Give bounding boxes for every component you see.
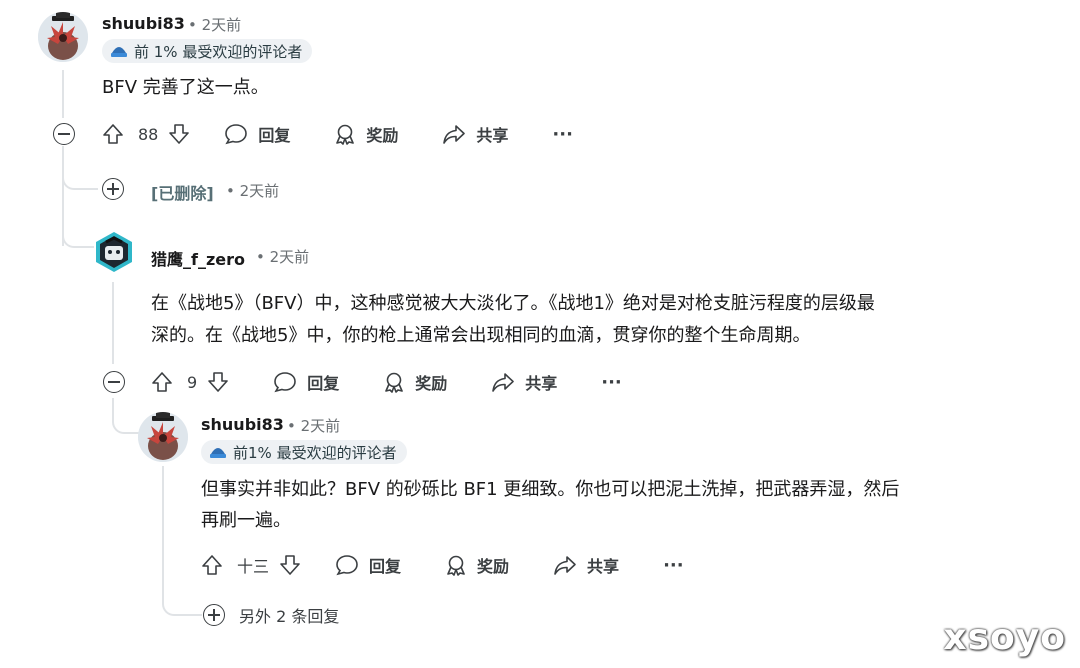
comment-body-line-2: 深的。在《战地5》中，你的枪上通常会出现相同的血滴，贯穿你的整个生命周期。 <box>151 325 811 346</box>
thread-line-reply <box>162 466 164 546</box>
timestamp: • 2天前 <box>256 248 310 266</box>
flair-text: 前 1% 最受欢迎的评论者 <box>134 42 303 61</box>
collapse-button[interactable] <box>103 371 125 393</box>
upvote-icon <box>152 372 172 392</box>
expand-button[interactable] <box>102 178 124 200</box>
award-label: 奖励 <box>477 557 510 576</box>
vote-count: 十三 <box>237 557 270 576</box>
upvote-button[interactable] <box>151 371 173 393</box>
downvote-icon <box>169 124 190 144</box>
comment-bubble-icon <box>274 372 296 393</box>
share-label: 共享 <box>476 126 509 145</box>
downvote-icon <box>280 555 300 575</box>
reply-button[interactable]: 回复 <box>273 370 339 394</box>
robot-avatar-icon <box>96 232 132 272</box>
comment-body: BFV 完善了这一点。 <box>102 77 269 98</box>
more-replies-button[interactable]: 另外 2 条回复 <box>203 603 339 627</box>
avatar[interactable] <box>38 12 88 62</box>
award-button[interactable]: 奖励 <box>383 370 447 394</box>
downvote-icon <box>208 372 228 392</box>
timestamp: • 2天前 <box>188 16 242 34</box>
avatar[interactable] <box>92 230 136 274</box>
award-icon <box>336 124 355 145</box>
plus-circle-icon <box>203 604 225 626</box>
timestamp: • 2天前 <box>287 417 341 435</box>
upvote-icon <box>202 555 222 575</box>
deleted-username: [已删除] <box>151 184 214 203</box>
collapse-button[interactable] <box>53 123 75 145</box>
reply-label: 回复 <box>258 126 291 145</box>
comment-bubble-icon <box>225 124 248 145</box>
share-label: 共享 <box>587 557 620 576</box>
timestamp: • 2天前 <box>226 182 280 200</box>
comment-body-line-1: 在《战地5》（BFV）中，这种感觉被大大淡化了。《战地1》绝对是对枪支脏污程度的… <box>151 293 875 314</box>
thread-line-root <box>62 70 64 118</box>
username[interactable]: shuubi83 <box>102 14 185 33</box>
reply-label: 回复 <box>369 557 402 576</box>
thread-connector-falcon <box>62 146 94 248</box>
award-button[interactable]: 奖励 <box>334 122 398 146</box>
share-button[interactable]: 共享 <box>491 370 557 394</box>
comment-body-line-2: 再刷一遍。 <box>201 510 291 531</box>
comment-body-line-1: 但事实并非如此？BFV 的砂砾比 BF1 更细致。你也可以把泥土洗掉，把武器弄湿… <box>201 479 900 500</box>
share-icon <box>554 556 576 575</box>
demogorgon-avatar-icon <box>38 12 88 62</box>
action-bar: 十三 回复 奖励 共享 ··· <box>201 551 684 579</box>
reply-button[interactable]: 回复 <box>224 122 290 146</box>
comment-bubble-icon <box>336 555 358 576</box>
avatar[interactable] <box>138 412 188 462</box>
upvote-button[interactable] <box>201 554 223 576</box>
award-button[interactable]: 奖励 <box>445 553 509 577</box>
upvote-button[interactable] <box>102 123 124 145</box>
action-bar: 88 回复 奖励 共享 ··· <box>102 120 573 148</box>
vote-count: 88 <box>138 124 159 144</box>
more-options-button[interactable]: ··· <box>663 555 684 576</box>
thread-connector-more <box>162 546 202 616</box>
more-replies-label: 另外 2 条回复 <box>239 607 340 626</box>
downvote-button[interactable] <box>279 554 301 576</box>
flair-badge: 前1% 最受欢迎的评论者 <box>201 440 407 464</box>
downvote-button[interactable] <box>207 371 229 393</box>
share-label: 共享 <box>525 374 558 393</box>
upvote-icon <box>103 124 123 144</box>
flair-badge: 前 1% 最受欢迎的评论者 <box>102 39 313 63</box>
top-commenter-icon <box>210 448 226 458</box>
award-icon <box>447 555 465 576</box>
reply-label: 回复 <box>307 374 340 393</box>
award-icon <box>385 372 404 393</box>
top-commenter-icon <box>111 47 127 57</box>
flair-text: 前1% 最受欢迎的评论者 <box>233 443 397 462</box>
award-label: 奖励 <box>415 374 448 393</box>
action-bar: 9 回复 奖励 共享 ··· <box>151 368 622 396</box>
username[interactable]: 猎鹰_f_zero <box>151 246 245 270</box>
thread-line-falcon <box>112 282 114 364</box>
share-button[interactable]: 共享 <box>442 122 508 146</box>
share-icon <box>492 373 515 392</box>
vote-count: 9 <box>187 372 198 392</box>
award-label: 奖励 <box>366 126 399 145</box>
reply-button[interactable]: 回复 <box>335 553 401 577</box>
downvote-button[interactable] <box>168 123 190 145</box>
share-icon <box>443 125 466 144</box>
share-button[interactable]: 共享 <box>553 553 619 577</box>
more-options-button[interactable]: ··· <box>552 124 573 145</box>
more-options-button[interactable]: ··· <box>601 372 622 393</box>
watermark-text: xsoyo <box>943 617 1066 658</box>
demogorgon-avatar-icon <box>138 412 188 462</box>
username[interactable]: shuubi83 <box>201 415 284 434</box>
